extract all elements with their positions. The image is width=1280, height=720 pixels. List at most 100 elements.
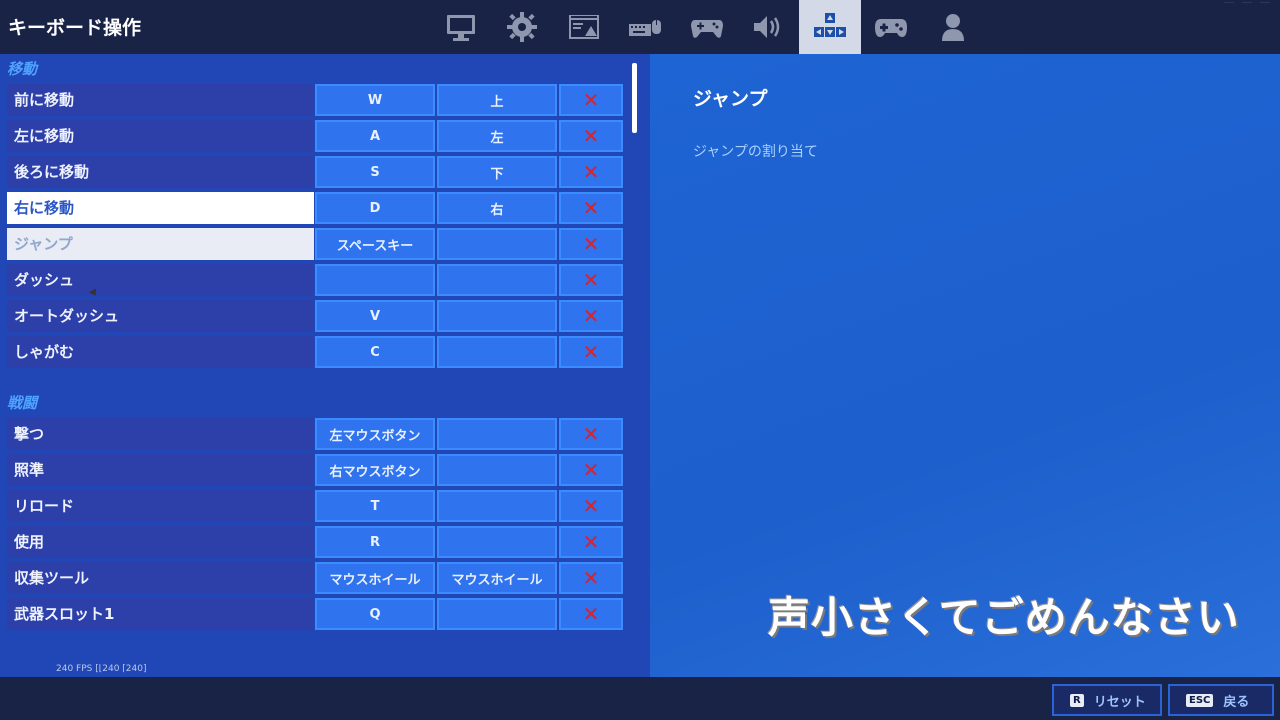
tab-brightness[interactable]: [553, 0, 615, 54]
tab-account[interactable]: [922, 0, 984, 54]
action-label[interactable]: ダッシュ: [7, 264, 314, 296]
maximize-icon[interactable]: [1242, 2, 1252, 10]
action-label[interactable]: 使用: [7, 526, 314, 558]
secondary-key-slot[interactable]: [437, 418, 557, 450]
clear-binding-button[interactable]: ✕: [559, 562, 623, 594]
primary-key-slot[interactable]: T: [315, 490, 435, 522]
action-label[interactable]: 照準: [7, 454, 314, 486]
x-icon: ✕: [582, 304, 600, 328]
primary-key-slot[interactable]: V: [315, 300, 435, 332]
x-icon: ✕: [582, 566, 600, 590]
primary-key-slot[interactable]: A: [315, 120, 435, 152]
clear-binding-button[interactable]: ✕: [559, 264, 623, 296]
x-icon: ✕: [582, 494, 600, 518]
tab-input[interactable]: [676, 0, 738, 54]
page-title: キーボード操作: [8, 17, 142, 39]
clear-binding-button[interactable]: ✕: [559, 228, 623, 260]
primary-key-slot[interactable]: W: [315, 84, 435, 116]
clear-binding-button[interactable]: ✕: [559, 418, 623, 450]
clear-binding-button[interactable]: ✕: [559, 526, 623, 558]
keybind-row[interactable]: 撃つ 左マウスボタン ✕: [7, 418, 623, 450]
x-icon: ✕: [582, 530, 600, 554]
primary-key-slot[interactable]: スペースキー: [315, 228, 435, 260]
fps-counter: 240 FPS [⌊240 ⌈240]: [56, 664, 147, 674]
primary-key-slot[interactable]: マウスホイール: [315, 562, 435, 594]
clear-binding-button[interactable]: ✕: [559, 598, 623, 630]
clear-binding-button[interactable]: ✕: [559, 84, 623, 116]
keybind-row-hovered[interactable]: ジャンプ スペースキー ✕: [7, 228, 623, 260]
keybind-row[interactable]: 照準 右マウスボタン ✕: [7, 454, 623, 486]
keybind-row[interactable]: 前に移動 W 上 ✕: [7, 84, 623, 116]
keybind-list[interactable]: 移動 前に移動 W 上 ✕ 左に移動 A 左 ✕ 後ろに移動 S 下 ✕ 右に移…: [0, 54, 650, 677]
clear-binding-button[interactable]: ✕: [559, 156, 623, 188]
tab-accessibility[interactable]: [615, 0, 677, 54]
keybind-row[interactable]: しゃがむ C ✕: [7, 336, 623, 368]
primary-key-slot[interactable]: 右マウスボタン: [315, 454, 435, 486]
primary-key-slot[interactable]: S: [315, 156, 435, 188]
action-label[interactable]: 武器スロット1: [7, 598, 314, 630]
clear-binding-button[interactable]: ✕: [559, 192, 623, 224]
action-label[interactable]: ジャンプ: [7, 228, 314, 260]
clear-binding-button[interactable]: ✕: [559, 490, 623, 522]
keybind-row[interactable]: オートダッシュ V ✕: [7, 300, 623, 332]
secondary-key-slot[interactable]: 左: [437, 120, 557, 152]
keybind-row[interactable]: リロード T ✕: [7, 490, 623, 522]
tab-game[interactable]: [492, 0, 554, 54]
action-label[interactable]: 撃つ: [7, 418, 314, 450]
tab-keyboard[interactable]: [799, 0, 861, 54]
tab-display[interactable]: [430, 0, 492, 54]
reset-button[interactable]: R リセット: [1052, 684, 1162, 716]
primary-key-slot[interactable]: C: [315, 336, 435, 368]
secondary-key-slot[interactable]: マウスホイール: [437, 562, 557, 594]
clear-binding-button[interactable]: ✕: [559, 120, 623, 152]
image-icon: [568, 15, 599, 39]
action-label[interactable]: しゃがむ: [7, 336, 314, 368]
primary-key-slot[interactable]: [315, 264, 435, 296]
x-icon: ✕: [582, 340, 600, 364]
keybind-row[interactable]: ダッシュ ✕: [7, 264, 623, 296]
secondary-key-slot[interactable]: [437, 228, 557, 260]
action-label[interactable]: オートダッシュ: [7, 300, 314, 332]
action-label[interactable]: リロード: [7, 490, 314, 522]
secondary-key-slot[interactable]: 下: [437, 156, 557, 188]
detail-panel: ジャンプ ジャンプの割り当て 声小さくてごめんなさい: [650, 54, 1280, 677]
secondary-key-slot[interactable]: [437, 490, 557, 522]
secondary-key-slot[interactable]: [437, 454, 557, 486]
clear-binding-button[interactable]: ✕: [559, 454, 623, 486]
monitor-icon: [446, 15, 475, 41]
keybind-row[interactable]: 左に移動 A 左 ✕: [7, 120, 623, 152]
action-label[interactable]: 右に移動: [7, 192, 314, 224]
secondary-key-slot[interactable]: [437, 300, 557, 332]
keybind-row[interactable]: 使用 R ✕: [7, 526, 623, 558]
secondary-key-slot[interactable]: [437, 526, 557, 558]
primary-key-slot[interactable]: Q: [315, 598, 435, 630]
clear-binding-button[interactable]: ✕: [559, 336, 623, 368]
keybind-row[interactable]: 後ろに移動 S 下 ✕: [7, 156, 623, 188]
primary-key-slot[interactable]: D: [315, 192, 435, 224]
clear-binding-button[interactable]: ✕: [559, 300, 623, 332]
action-label[interactable]: 後ろに移動: [7, 156, 314, 188]
back-label: 戻る: [1223, 694, 1250, 710]
back-button[interactable]: ESC 戻る: [1168, 684, 1274, 716]
minimize-icon[interactable]: [1224, 2, 1234, 10]
secondary-key-slot[interactable]: [437, 598, 557, 630]
primary-key-slot[interactable]: 左マウスボタン: [315, 418, 435, 450]
action-label[interactable]: 前に移動: [7, 84, 314, 116]
action-label[interactable]: 収集ツール: [7, 562, 314, 594]
tab-controller[interactable]: [861, 0, 923, 54]
x-icon: ✕: [582, 422, 600, 446]
scrollbar-thumb[interactable]: [632, 63, 637, 133]
keybind-row[interactable]: 武器スロット1 Q ✕: [7, 598, 623, 630]
secondary-key-slot[interactable]: 右: [437, 192, 557, 224]
tab-audio[interactable]: [738, 0, 800, 54]
speaker-icon: [754, 16, 780, 38]
secondary-key-slot[interactable]: [437, 336, 557, 368]
close-icon[interactable]: [1260, 2, 1270, 10]
gamepad-icon: [875, 19, 908, 37]
action-label[interactable]: 左に移動: [7, 120, 314, 152]
primary-key-slot[interactable]: R: [315, 526, 435, 558]
keybind-row-selected[interactable]: 右に移動 D 右 ✕: [7, 192, 623, 224]
keybind-row[interactable]: 収集ツール マウスホイール マウスホイール ✕: [7, 562, 623, 594]
secondary-key-slot[interactable]: 上: [437, 84, 557, 116]
secondary-key-slot[interactable]: [437, 264, 557, 296]
